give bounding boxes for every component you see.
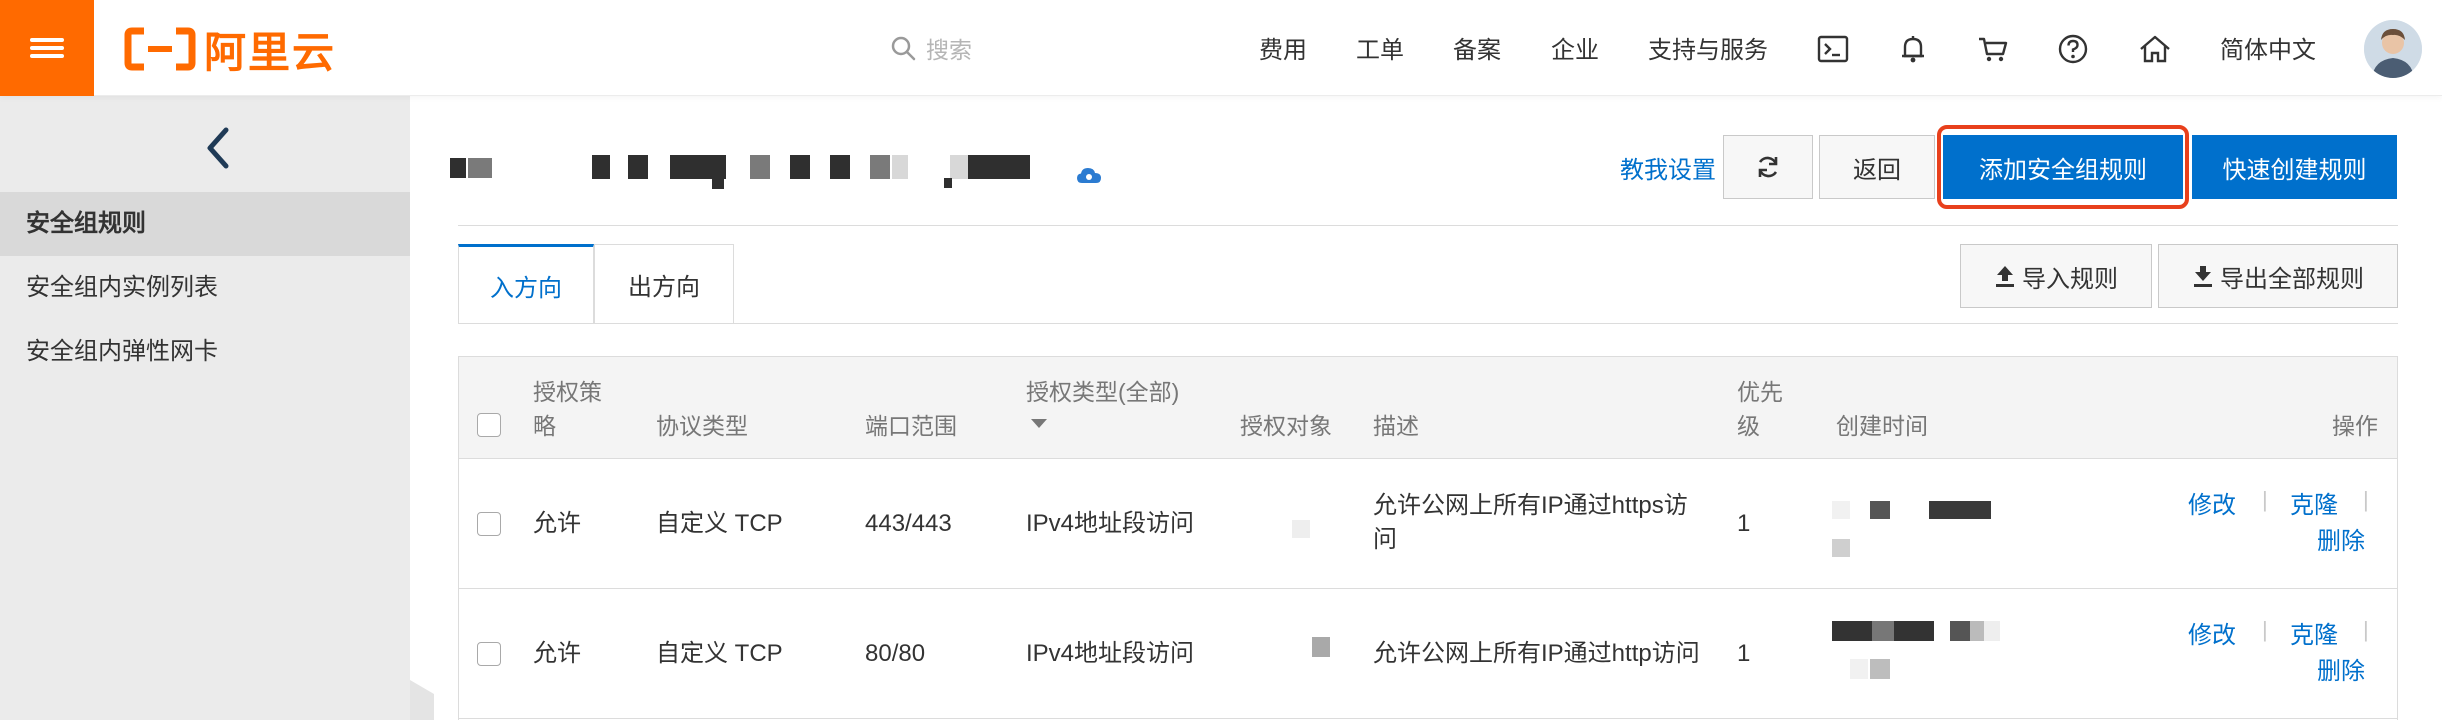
cell-description-line1: 允许公网上所有IP通过https访 [1373,492,1688,519]
back-button[interactable]: 返回 [1819,135,1935,199]
add-security-group-rule-button[interactable]: 添加安全组规则 [1943,135,2183,199]
top-navigation-bar: 阿里云 搜索 费用 工单 备案 企业 支持与服务 简体中文 [0,0,2442,96]
avatar-icon [2364,20,2422,78]
col-auth-object: 授权对象 [1240,413,1332,439]
sidebar-collapse-handle[interactable] [410,680,434,720]
cloud-sync-icon[interactable] [1076,166,1102,186]
col-protocol: 协议类型 [656,413,748,439]
logo-text: 阿里云 [204,28,337,76]
nav-billing[interactable]: 费用 [1259,30,1307,65]
cell-priority: 1 [1737,640,1751,667]
cell-policy: 允许 [533,510,581,537]
search-icon [891,36,916,61]
nav-icp-filing[interactable]: 备案 [1453,30,1501,65]
cell-policy: 允许 [533,640,581,667]
edit-rule-link[interactable]: 修改 [2188,615,2236,650]
col-priority-line1: 优先 [1737,379,1783,405]
chevron-left-icon[interactable] [190,118,250,178]
refresh-icon [1758,156,1778,178]
clone-rule-link[interactable]: 克隆 [2290,615,2338,650]
cell-description-line1: 允许公网上所有IP通过http访问 [1373,640,1700,667]
col-policy-line2: 略 [533,413,556,439]
op-separator: | [2363,617,2369,642]
aliyun-logo-mark-icon [124,27,196,71]
header-divider [458,225,2398,226]
cell-protocol: 自定义 TCP [656,510,783,537]
export-all-rules-button[interactable]: 导出全部规则 [2158,244,2398,308]
quick-create-rule-button[interactable]: 快速创建规则 [2192,135,2397,199]
cell-priority: 1 [1737,510,1751,537]
select-all-checkbox[interactable] [477,413,501,437]
cell-auth-type: IPv4地址段访问 [1026,640,1195,667]
cell-port: 80/80 [865,640,926,667]
teach-me-link[interactable]: 教我设置 [1620,150,1716,185]
nav-enterprise[interactable]: 企业 [1551,30,1599,65]
hamburger-icon [30,34,64,62]
cell-protocol: 自定义 TCP [656,640,783,667]
cell-port: 443/443 [865,510,952,537]
edit-rule-link[interactable]: 修改 [2188,485,2236,520]
import-rules-button[interactable]: 导入规则 [1960,244,2152,308]
col-auth-type-filter[interactable]: 授权类型(全部) [1026,375,1179,409]
nav-support[interactable]: 支持与服务 [1648,30,1768,65]
home-icon[interactable] [2138,32,2172,66]
bell-icon[interactable] [1896,32,1930,66]
row-checkbox[interactable] [477,512,501,536]
col-description: 描述 [1373,413,1419,439]
tab-outbound[interactable]: 出方向 [594,244,734,324]
global-search[interactable]: 搜索 [890,28,972,68]
terminal-icon[interactable] [1816,32,1850,66]
table-header: 授权策 略 协议类型 端口范围 授权类型(全部) 授权对象 描述 优先 级 创建… [459,357,2397,459]
table-row: 允许 自定义 TCP 80/80 IPv4地址段访问 允许公网上所有IP通过ht… [459,589,2397,719]
import-rules-label: 导入规则 [2022,265,2118,293]
delete-rule-link[interactable]: 删除 [2317,651,2365,686]
col-created-time: 创建时间 [1836,413,1928,439]
security-group-rules-table: 授权策 略 协议类型 端口范围 授权类型(全部) 授权对象 描述 优先 级 创建… [458,356,2398,720]
search-placeholder: 搜索 [926,37,972,63]
col-operations: 操作 [2332,413,2378,439]
nav-tickets[interactable]: 工单 [1356,30,1404,65]
language-switcher[interactable]: 简体中文 [2220,30,2316,65]
cart-icon[interactable] [1976,32,2010,66]
col-port-range: 端口范围 [865,413,957,439]
aliyun-logo[interactable]: 阿里云 [124,22,336,76]
col-priority-line2: 级 [1737,413,1760,439]
row-checkbox[interactable] [477,642,501,666]
tab-inbound[interactable]: 入方向 [458,244,594,324]
tabs-underline [458,323,2398,324]
cell-auth-type: IPv4地址段访问 [1026,510,1195,537]
col-policy-line1: 授权策 [533,379,602,405]
op-separator: | [2363,487,2369,512]
sidebar-item-eni[interactable]: 安全组内弹性网卡 [0,320,410,384]
sidebar: 安全组规则 安全组内实例列表 安全组内弹性网卡 [0,96,410,720]
menu-toggle-button[interactable] [0,0,94,96]
sidebar-item-instances[interactable]: 安全组内实例列表 [0,256,410,320]
op-separator: | [2262,617,2268,642]
delete-rule-link[interactable]: 删除 [2317,521,2365,556]
user-avatar[interactable] [2364,20,2422,78]
help-icon[interactable] [2056,32,2090,66]
filter-caret-down-icon[interactable] [1031,419,1047,429]
upload-icon [1996,266,2014,287]
op-separator: | [2262,487,2268,512]
clone-rule-link[interactable]: 克隆 [2290,485,2338,520]
cell-description-line2: 问 [1373,526,1397,553]
sidebar-item-rules[interactable]: 安全组规则 [0,192,410,256]
download-icon [2194,266,2212,287]
table-row: 允许 自定义 TCP 443/443 IPv4地址段访问 允许公网上所有IP通过… [459,459,2397,589]
refresh-button[interactable] [1723,135,1813,199]
export-all-rules-label: 导出全部规则 [2220,265,2364,293]
